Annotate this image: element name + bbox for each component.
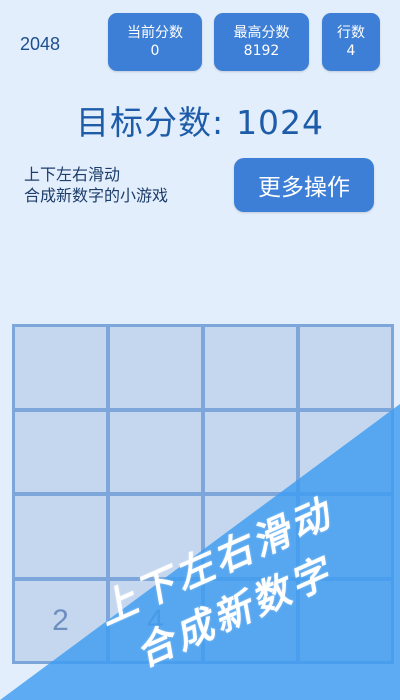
board-cell [110, 327, 201, 408]
rows-box[interactable]: 行数 4 [322, 13, 380, 71]
target-score: 目标分数: 1024 [0, 96, 400, 146]
target-score-value: 1024 [236, 103, 325, 142]
game-screen: 2048 当前分数 0 最高分数 8192 行数 4 目标分数: 1024 上下左… [0, 0, 400, 700]
instructions-line-2: 合成新数字的小游戏 [24, 186, 169, 205]
board-cell [15, 411, 106, 492]
board-cell [15, 327, 106, 408]
current-score-box: 当前分数 0 [108, 13, 202, 71]
current-score-value: 0 [150, 43, 160, 59]
best-score-box: 最高分数 8192 [214, 13, 309, 71]
board-cell [205, 327, 296, 408]
rows-value: 4 [346, 43, 356, 59]
board-cell [300, 327, 391, 408]
instructions: 上下左右滑动 合成新数字的小游戏 [24, 164, 168, 206]
board-cell [15, 496, 106, 577]
app-title: 2048 [20, 34, 61, 54]
board-cell [300, 411, 391, 492]
best-score-value: 8192 [243, 43, 280, 59]
rows-label: 行数 [337, 25, 365, 41]
best-score-label: 最高分数 [233, 25, 290, 41]
board-cell [205, 411, 296, 492]
instructions-line-1: 上下左右滑动 [24, 165, 121, 184]
more-actions-button[interactable]: 更多操作 [234, 158, 374, 212]
board-cell [110, 411, 201, 492]
current-score-label: 当前分数 [127, 25, 183, 41]
target-score-label: 目标分数: [75, 103, 225, 142]
